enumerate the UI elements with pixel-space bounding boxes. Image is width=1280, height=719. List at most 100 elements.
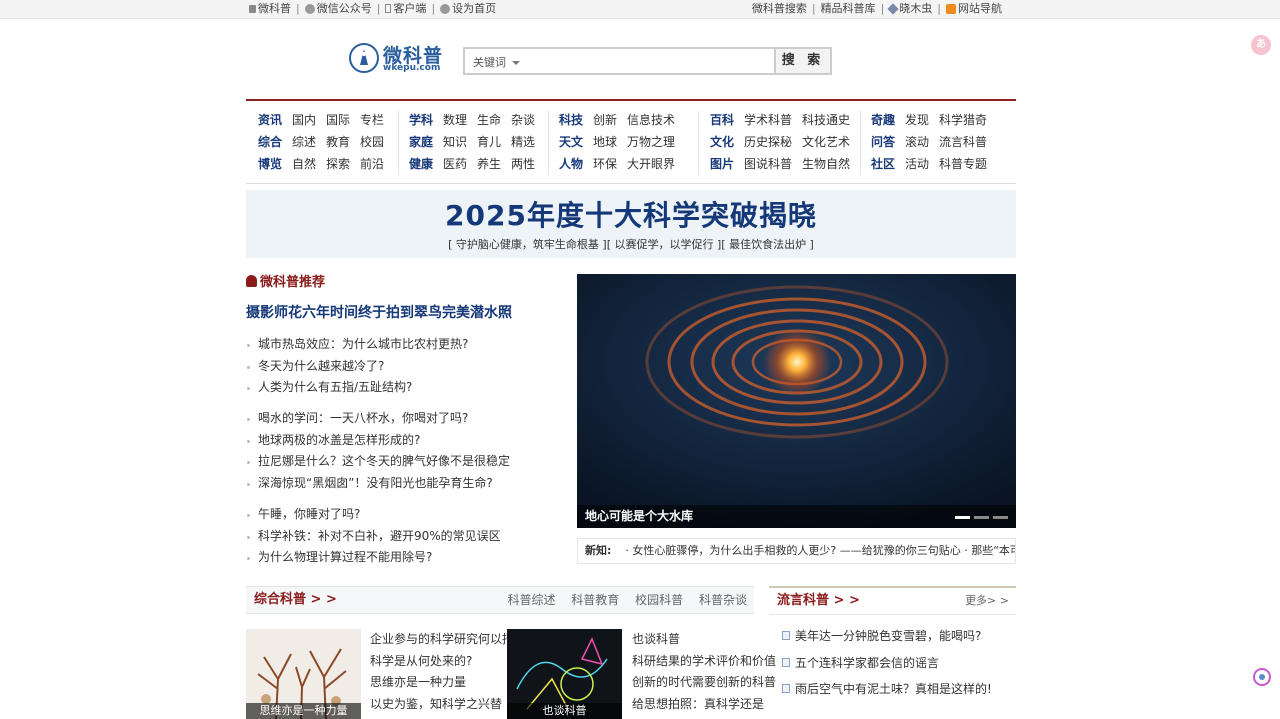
thumb-tree[interactable]: 思维亦是一种力量 (246, 629, 361, 719)
nav-link[interactable]: 创新 (593, 113, 617, 127)
nav-link[interactable]: 科技通史 (802, 113, 850, 127)
list-item[interactable]: 为什么物理计算过程不能用除号? (246, 547, 566, 569)
keyword-select[interactable]: 关键词 (473, 54, 520, 70)
nav-link[interactable]: 万物之理 (627, 135, 675, 149)
list-item[interactable]: 午睡，你睡对了吗? (246, 504, 566, 526)
tab-overview[interactable]: 科普综述 (507, 593, 555, 607)
list-item[interactable]: 给思想拍照：真科学还是 (632, 694, 776, 716)
nav-cat-qiqu[interactable]: 奇趣 (871, 113, 895, 127)
nav-link[interactable]: 国际 (326, 113, 350, 127)
translate-icon[interactable]: あ (1251, 35, 1271, 55)
list-item[interactable]: 科研结果的学术评价和价值 (632, 651, 776, 673)
more-link[interactable]: 更多> > (965, 588, 1009, 614)
nav-link[interactable]: 数理 (443, 113, 467, 127)
list-item[interactable]: 城市热岛效应：为什么城市比农村更热? (246, 334, 566, 356)
list-item[interactable]: 思维亦是一种力量 (370, 672, 514, 694)
panel-title[interactable]: 流言科普 > > (777, 588, 860, 614)
topbar-link-sitemap[interactable]: 网站导航 (946, 0, 1002, 17)
list-item[interactable]: 科学是从何处来的? (370, 651, 514, 673)
nav-link[interactable]: 养生 (477, 157, 501, 171)
image-slider[interactable]: 地心可能是个大水库 (577, 274, 1016, 528)
list-item[interactable]: 拉尼娜是什么？这个冬天的脾气好像不是很稳定 (246, 451, 566, 473)
tab-campus[interactable]: 校园科普 (635, 593, 683, 607)
nav-cat-zixun[interactable]: 资讯 (258, 113, 282, 127)
nav-link[interactable]: 文化艺术 (802, 135, 850, 149)
nav-link[interactable]: 环保 (593, 157, 617, 171)
topbar-link-xiaomuchong[interactable]: 晓木虫 (887, 0, 932, 17)
nav-link[interactable]: 生命 (477, 113, 501, 127)
nav-link[interactable]: 前沿 (360, 157, 384, 171)
topbar-link-home[interactable]: 微科普 (249, 0, 291, 17)
nav-link[interactable]: 专栏 (360, 113, 384, 127)
slider-caption[interactable]: 地心可能是个大水库 (577, 505, 1016, 528)
assistant-icon[interactable] (1253, 668, 1271, 686)
list-item[interactable]: 喝水的学问：一天八杯水，你喝对了吗? (246, 408, 566, 430)
topbar-link-library[interactable]: 精品科普库 (821, 0, 876, 17)
nav-link[interactable]: 校园 (360, 135, 384, 149)
topbar-link-wechat[interactable]: 微信公众号 (304, 0, 372, 17)
nav-link[interactable]: 自然 (292, 157, 316, 171)
nav-link[interactable]: 杂谈 (511, 113, 535, 127)
list-item[interactable]: 企业参与的科学研究何以招 (370, 629, 514, 651)
nav-cat-tupian[interactable]: 图片 (710, 157, 734, 171)
nav-cat-tianwen[interactable]: 天文 (559, 135, 583, 149)
nav-cat-keji[interactable]: 科技 (559, 113, 583, 127)
nav-link[interactable]: 图说科普 (744, 157, 792, 171)
nav-link[interactable]: 生物自然 (802, 157, 850, 171)
nav-link[interactable]: 知识 (443, 135, 467, 149)
topbar-link-search[interactable]: 微科普搜索 (752, 0, 807, 17)
panel-title[interactable]: 综合科普 > > (254, 587, 337, 613)
slider-dot[interactable] (974, 516, 989, 519)
nav-link[interactable]: 发现 (905, 113, 929, 127)
nav-link[interactable]: 滚动 (905, 135, 929, 149)
list-item[interactable]: 人类为什么有五指/五趾结构? (246, 377, 566, 399)
nav-link[interactable]: 地球 (593, 135, 617, 149)
list-item[interactable]: 也谈科普 (632, 629, 776, 651)
nav-cat-renwu[interactable]: 人物 (559, 157, 583, 171)
slider-dot[interactable] (955, 516, 970, 519)
list-item[interactable]: 冬天为什么越来越冷了? (246, 356, 566, 378)
topbar-link-client[interactable]: 客户端 (385, 0, 426, 17)
thumb-science[interactable]: 也谈科普 (507, 629, 622, 719)
nav-cat-zonghe[interactable]: 综合 (258, 135, 282, 149)
nav-link[interactable]: 活动 (905, 157, 929, 171)
recommend-headline[interactable]: 摄影师花六年时间终于拍到翠鸟完美潜水照 (246, 302, 566, 322)
site-logo[interactable]: 微科普 wkepu.com (349, 43, 444, 77)
nav-link[interactable]: 大开眼界 (627, 157, 675, 171)
nav-link[interactable]: 国内 (292, 113, 316, 127)
nav-cat-wenda[interactable]: 问答 (871, 135, 895, 149)
search-button[interactable]: 搜 索 (774, 47, 832, 75)
nav-link[interactable]: 信息技术 (627, 113, 675, 127)
nav-link[interactable]: 科普专题 (939, 157, 987, 171)
nav-cat-jiating[interactable]: 家庭 (409, 135, 433, 149)
nav-cat-xueke[interactable]: 学科 (409, 113, 433, 127)
nav-link[interactable]: 精选 (511, 135, 535, 149)
nav-link[interactable]: 育儿 (477, 135, 501, 149)
nav-cat-jiankang[interactable]: 健康 (409, 157, 433, 171)
list-item[interactable]: 科学补铁：补对不白补，避开90%的常见误区 (246, 526, 566, 548)
nav-link[interactable]: 科学猎奇 (939, 113, 987, 127)
search-input[interactable] (529, 51, 773, 73)
nav-link[interactable]: 探索 (326, 157, 350, 171)
tab-misc[interactable]: 科普杂谈 (699, 593, 747, 607)
tab-education[interactable]: 科普教育 (571, 593, 619, 607)
list-item[interactable]: 雨后空气中有泥土味？真相是这样的! (781, 676, 1016, 703)
nav-cat-bolan[interactable]: 博览 (258, 157, 282, 171)
nav-cat-wenhua[interactable]: 文化 (710, 135, 734, 149)
list-item[interactable]: 深海惊现“黑烟囱”！没有阳光也能孕育生命? (246, 473, 566, 495)
list-item[interactable]: 五个连科学家都会信的谣言 (781, 650, 1016, 677)
nav-link[interactable]: 两性 (511, 157, 535, 171)
list-item[interactable]: 创新的时代需要创新的科普 (632, 672, 776, 694)
nav-link[interactable]: 综述 (292, 135, 316, 149)
topbar-link-set-home[interactable]: 设为首页 (440, 0, 496, 17)
nav-link[interactable]: 医药 (443, 157, 467, 171)
banner-title[interactable]: 2025年度十大科学突破揭晓 (246, 190, 1016, 234)
list-item[interactable]: 地球两极的冰盖是怎样形成的? (246, 430, 566, 452)
slider-dot[interactable] (993, 516, 1008, 519)
nav-cat-baike[interactable]: 百科 (710, 113, 734, 127)
nav-link[interactable]: 学术科普 (744, 113, 792, 127)
nav-link[interactable]: 教育 (326, 135, 350, 149)
nav-link[interactable]: 流言科普 (939, 135, 987, 149)
nav-cat-shequ[interactable]: 社区 (871, 157, 895, 171)
banner-subtitle[interactable]: [ 守护脑心健康，筑牢生命根基 ][ 以赛促学，以学促行 ][ 最佳饮食法出炉 … (246, 236, 1016, 252)
